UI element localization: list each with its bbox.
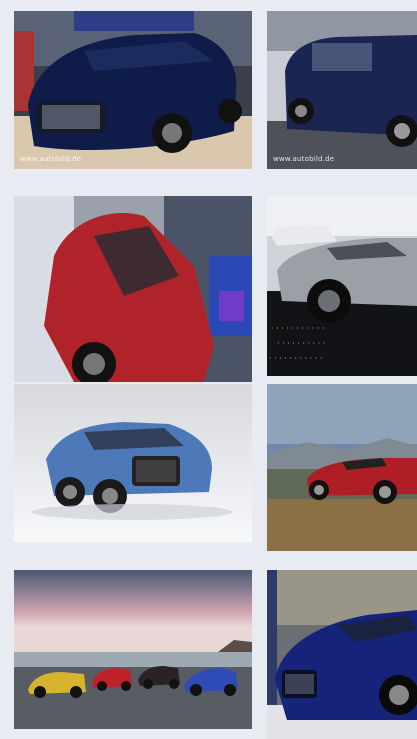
dark-blue-coupe-photo: [267, 570, 417, 739]
red-coupe-photo: [14, 196, 252, 382]
gallery-image-2[interactable]: www.autobild.de: [267, 11, 417, 169]
navy-van-photo: [267, 11, 417, 169]
silver-car-photo: · · · · · · · · · · · · · · · · · · · · …: [267, 196, 417, 376]
supercar-lineup-photo: [14, 570, 252, 729]
red-convertible-photo: [267, 384, 417, 551]
svg-text:· · · · · · · · · · ·: · · · · · · · · · · ·: [271, 324, 324, 333]
gallery-image-7[interactable]: [14, 570, 252, 729]
image-gallery-grid: www.autobild.de www.autobild.de · · · · …: [0, 0, 417, 739]
gallery-image-8[interactable]: [267, 570, 417, 739]
watermark-text: www.autobild.de: [273, 155, 335, 163]
blue-suv-concept-photo: [14, 384, 252, 542]
svg-text:· · · · · · · · · · ·: · · · · · · · · · · ·: [269, 354, 322, 363]
gallery-image-3[interactable]: [14, 196, 252, 382]
gallery-image-4[interactable]: · · · · · · · · · · · · · · · · · · · · …: [267, 196, 417, 376]
svg-text:· · · · · · · · · ·: · · · · · · · · · ·: [277, 339, 325, 348]
navy-sedan-photo: [14, 11, 252, 169]
gallery-image-5[interactable]: [14, 384, 252, 542]
gallery-image-1[interactable]: www.autobild.de: [14, 11, 252, 169]
gallery-image-6[interactable]: [267, 384, 417, 551]
watermark-text: www.autobild.de: [20, 155, 82, 163]
